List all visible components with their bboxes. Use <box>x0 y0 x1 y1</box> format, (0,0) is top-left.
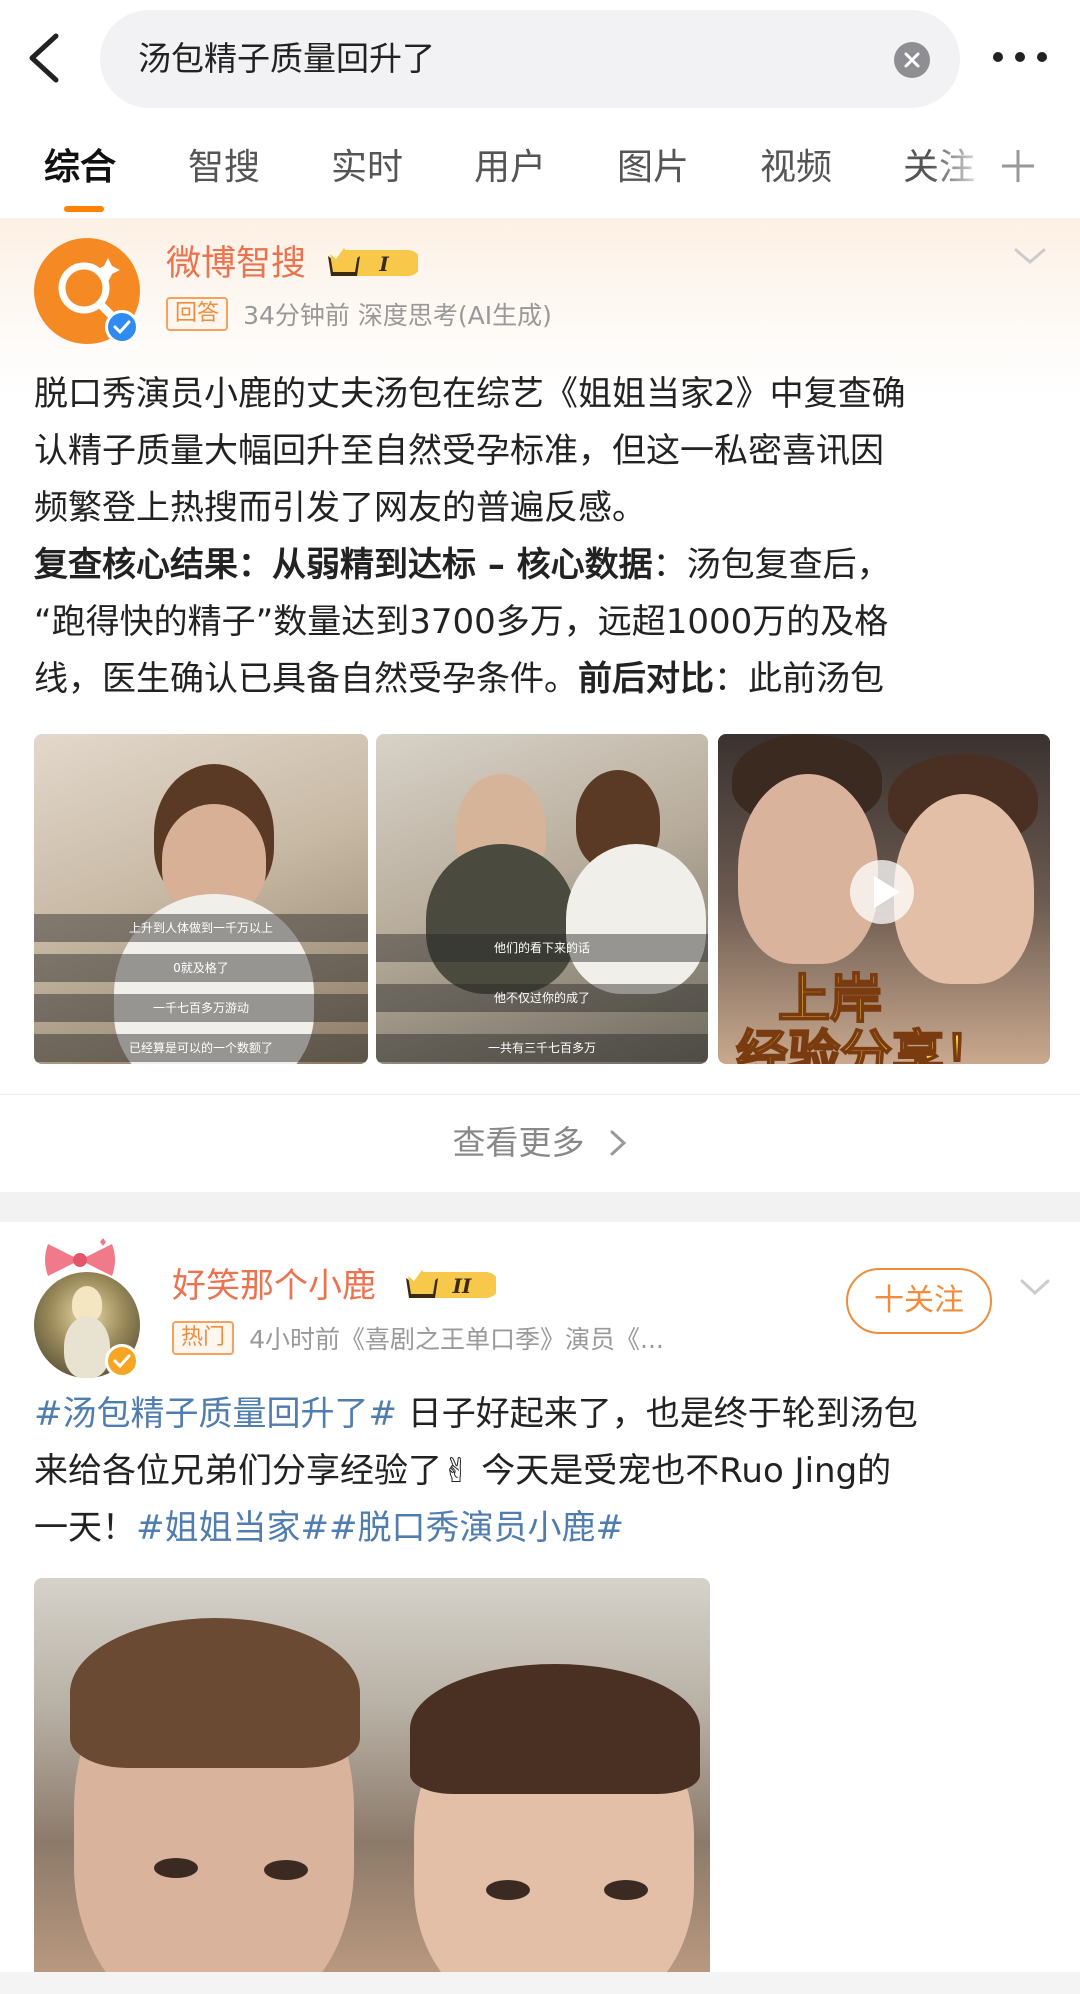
post-time: 34分钟前 深度思考(AI生成) <box>243 301 552 330</box>
author-name[interactable]: 好笑那个小鹿 <box>172 1262 376 1310</box>
video-overlay-title: 上岸 <box>777 969 883 1031</box>
post-body: 脱口秀演员小鹿的丈夫汤包在综艺《姐姐当家2》中复查确 认精子质量大幅回升至自然受… <box>34 366 1044 708</box>
tab-comprehensive[interactable]: 综合 <box>44 144 116 192</box>
eye <box>264 1860 308 1880</box>
search-input[interactable]: 汤包精子质量回升了 <box>100 10 960 108</box>
person-hair <box>70 1618 360 1768</box>
search-query[interactable]: 汤包精子质量回升了 <box>138 35 435 83</box>
top-bar: 汤包精子质量回升了 <box>0 0 1080 118</box>
text-line: “跑得快的精子”数量达到3700多万，远超1000万的及格 <box>34 602 889 642</box>
text-line: 脱口秀演员小鹿的丈夫汤包在综艺《姐姐当家2》中复查确 <box>34 374 906 414</box>
text-run: 线，医生确认已具备自然受孕条件。 <box>34 659 578 699</box>
bold-heading: 复查核心结果：从弱精到达标 – 核心数据 <box>34 545 653 585</box>
hot-tag: 热门 <box>172 1321 235 1355</box>
eye <box>154 1858 198 1878</box>
subtitle-bar: 上升到人体做到一千万以上 <box>34 914 368 942</box>
subtitle-bar: 他们的看下来的话 <box>376 934 708 962</box>
post-body: #汤包精子质量回升了# 日子好起来了，也是终于轮到汤包 来给各位兄弟们分享经验了… <box>34 1386 1044 1557</box>
bow-icon <box>45 1238 115 1276</box>
bottom-handle <box>0 1972 1080 1994</box>
post-meta: 回答 34分钟前 深度思考(AI生成) <box>166 296 552 336</box>
verified-badge-icon <box>105 310 139 344</box>
hashtag-link[interactable]: #姐姐当家# <box>136 1508 329 1548</box>
video-thumbnail[interactable]: 上岸 经验分享！ <box>718 734 1050 1064</box>
eye <box>604 1880 648 1900</box>
crown-badge-icon: I <box>328 248 418 276</box>
tab-videos[interactable]: 视频 <box>760 144 832 192</box>
follow-button[interactable]: 十关注 <box>846 1268 992 1334</box>
text-line: 复查核心结果：从弱精到达标 – 核心数据：汤包复查后， <box>34 537 1044 594</box>
tab-smart-search[interactable]: 智搜 <box>188 144 260 192</box>
more-dots-icon[interactable] <box>990 45 1050 69</box>
person-shirt <box>566 844 706 994</box>
text-run: 日子好起来了，也是终于轮到汤包 <box>396 1394 918 1434</box>
person-hair <box>410 1664 700 1794</box>
text-line: 线，医生确认已具备自然受孕条件。前后对比：此前汤包 <box>34 651 1044 708</box>
subtitle-bar: 0就及格了 <box>34 954 368 982</box>
post-image[interactable] <box>34 1578 710 1994</box>
chevron-down-icon[interactable] <box>1018 1276 1052 1298</box>
back-arrow-icon[interactable] <box>22 30 68 86</box>
tab-users[interactable]: 用户 <box>474 144 546 192</box>
tab-fade <box>930 118 990 218</box>
verified-badge-icon <box>105 1344 139 1378</box>
post-image[interactable]: 他们的看下来的话 他不仅过你的成了 一共有三千七百多万 <box>376 734 708 1064</box>
text-run: 一天！ <box>34 1508 136 1548</box>
answer-tag: 回答 <box>166 297 229 331</box>
active-tab-indicator <box>64 206 104 212</box>
play-icon[interactable] <box>850 860 914 924</box>
person-shirt <box>426 844 576 994</box>
level-text: I <box>378 252 389 276</box>
video-overlay-title: 经验分享！ <box>735 1025 997 1064</box>
tab-realtime[interactable]: 实时 <box>331 144 403 192</box>
author-name[interactable]: 微博智搜 <box>166 240 306 288</box>
tab-images[interactable]: 图片 <box>617 144 689 192</box>
clear-icon[interactable] <box>894 42 930 78</box>
view-more-button[interactable]: 查看更多 <box>0 1095 1080 1191</box>
chevron-down-icon[interactable] <box>1012 244 1048 268</box>
post-meta: 热门 4小时前《喜剧之王单口季》演员《... <box>172 1320 664 1360</box>
text-run: ：汤包复查后， <box>652 545 891 585</box>
text-line: 频繁登上热搜而引发了网友的普遍反感。 <box>34 488 646 528</box>
post-time: 4小时前《喜剧之王单口季》演员《... <box>249 1325 664 1354</box>
view-more-label: 查看更多 <box>452 1123 585 1162</box>
chevron-right-icon <box>610 1130 626 1156</box>
level-text: II <box>452 1274 472 1298</box>
section-gap <box>0 1192 1080 1222</box>
subtitle-bar: 一共有三千七百多万 <box>376 1034 708 1062</box>
tab-bar: 综合 智搜 实时 用户 图片 视频 关注 <box>0 118 1080 218</box>
person-face <box>894 794 1034 984</box>
text-line: 认精子质量大幅回升至自然受孕标准，但这一私密喜讯因 <box>34 431 884 471</box>
hashtag-link[interactable]: #汤包精子质量回升了# <box>34 1394 397 1434</box>
crown-badge-icon: II <box>406 1270 496 1298</box>
subtitle-bar: 他不仅过你的成了 <box>376 984 708 1012</box>
ai-answer-card: 微博智搜 I 回答 34分钟前 深度思考(AI生成) 脱口秀演员小鹿的丈夫汤包在… <box>0 218 1080 1095</box>
text-run: ：此前汤包 <box>714 659 884 699</box>
post-image[interactable]: 上升到人体做到一千万以上 0就及格了 一千七百多万游动 已经算是可以的一个数额了 <box>34 734 368 1064</box>
bold-heading: 前后对比 <box>578 659 714 699</box>
weibo-post-card: 好笑那个小鹿 II 热门 4小时前《喜剧之王单口季》演员《... 十关注 #汤包… <box>0 1222 1080 1994</box>
avatar-figure <box>64 1316 110 1378</box>
plus-icon[interactable] <box>998 146 1038 186</box>
subtitle-bar: 一千七百多万游动 <box>34 994 368 1022</box>
text-line: 来给各位兄弟们分享经验了✌ 今天是受宠也不Ruo Jing的 <box>34 1451 892 1491</box>
hashtag-link[interactable]: #脱口秀演员小鹿# <box>329 1508 624 1548</box>
eye <box>486 1880 530 1900</box>
text-line: #汤包精子质量回升了# 日子好起来了，也是终于轮到汤包 <box>34 1386 1044 1443</box>
text-line: 一天！#姐姐当家##脱口秀演员小鹿# <box>34 1500 1044 1557</box>
subtitle-bar: 已经算是可以的一个数额了 <box>34 1034 368 1062</box>
